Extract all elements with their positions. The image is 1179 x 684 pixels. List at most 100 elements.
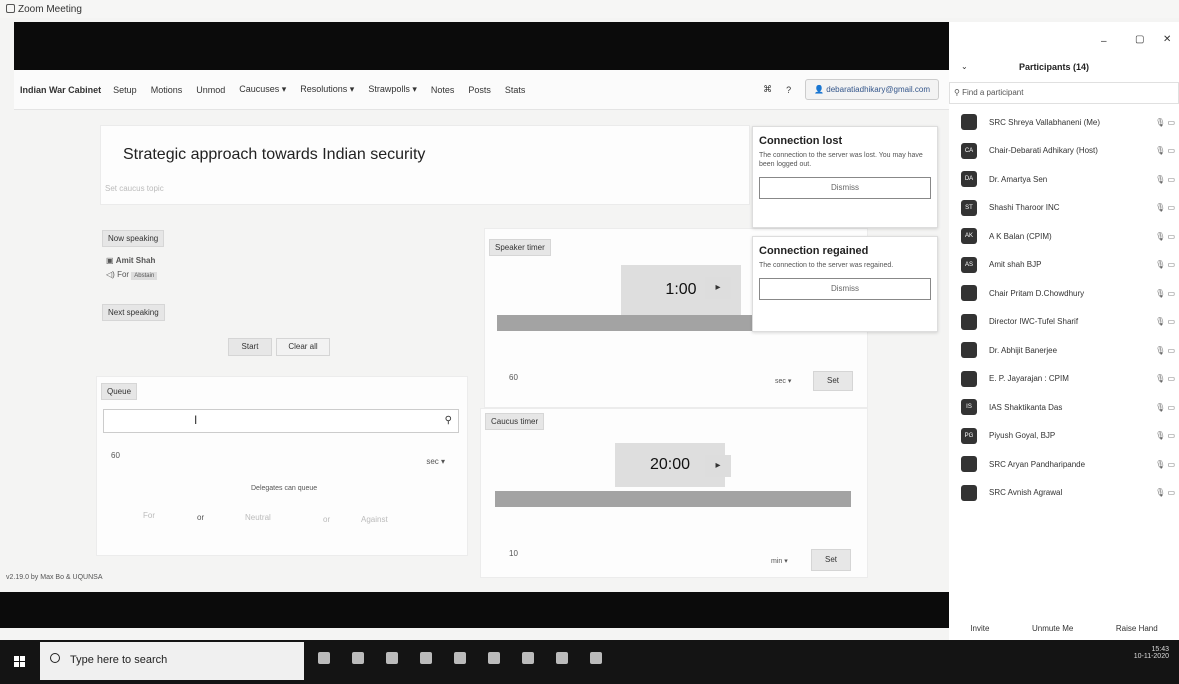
queue-neutral-button[interactable]: Neutral <box>245 513 271 522</box>
file-explorer-icon[interactable] <box>420 652 432 664</box>
nav-motions[interactable]: Motions <box>151 85 183 95</box>
speaker-timer-play-button[interactable]: ▸ <box>705 277 731 299</box>
queue-panel: Queue I ⚲ 60 sec ▾ Delegates can queue F… <box>96 376 468 556</box>
nav-setup[interactable]: Setup <box>113 85 137 95</box>
avatar <box>961 285 977 302</box>
clock-time[interactable]: 15:43 <box>1134 646 1169 653</box>
task-view-icon[interactable] <box>352 652 364 664</box>
queue-time-value[interactable]: 60 <box>111 451 120 460</box>
participant-name: Piyush Goyal, BJP <box>989 431 1056 441</box>
mic-video-icons[interactable]: 🎙 ▭ <box>1139 203 1179 212</box>
caucus-timer-play-button[interactable]: ▸ <box>705 455 731 477</box>
mic-video-icons[interactable]: 🎙 ▭ <box>1139 488 1179 497</box>
queue-unit-select[interactable]: sec ▾ <box>426 457 445 466</box>
nav-resolutions[interactable]: Resolutions ▾ <box>300 84 354 95</box>
connection-lost-popup: Connection lost The connection to the se… <box>752 126 938 228</box>
speaker-timer-unit-select[interactable]: sec ▾ <box>775 377 791 385</box>
mic-video-icons[interactable]: 🎙 ▭ <box>1139 289 1179 298</box>
nav-unmod[interactable]: Unmod <box>196 85 225 95</box>
collapse-chevron-icon[interactable]: ⌄ <box>961 62 968 71</box>
search-icon[interactable]: ⚲ <box>445 415 452 426</box>
mic-video-icons[interactable]: 🎙 ▭ <box>1139 232 1179 241</box>
app-navbar: Indian War Cabinet Setup Motions Unmod C… <box>14 70 949 110</box>
participant-name: E. P. Jayarajan : CPIM <box>989 374 1069 384</box>
zoom-taskbar-icon[interactable] <box>590 652 602 664</box>
unmute-me-button[interactable]: Unmute Me <box>1032 624 1073 633</box>
stance-badge[interactable]: Abstain <box>131 272 158 280</box>
mic-video-icons[interactable]: 🎙 ▭ <box>1139 374 1179 383</box>
participant-row[interactable]: SRC Aryan Pandharipande 🎙 ▭ <box>949 450 1179 479</box>
clear-all-button[interactable]: Clear all <box>276 338 330 356</box>
nav-caucuses[interactable]: Caucuses ▾ <box>239 84 286 95</box>
participant-row[interactable]: AK A K Balan (CPIM) 🎙 ▭ <box>949 222 1179 251</box>
nav-strawpolls[interactable]: Strawpolls ▾ <box>368 84 417 95</box>
speaker-timer-progress <box>497 315 757 331</box>
app-icon[interactable] <box>522 652 534 664</box>
participant-row[interactable]: ST Shashi Tharoor INC 🎙 ▭ <box>949 194 1179 223</box>
invite-button[interactable]: Invite <box>970 624 989 633</box>
mic-video-icons[interactable]: 🎙 ▭ <box>1139 346 1179 355</box>
participant-row[interactable]: AS Amit shah BJP 🎙 ▭ <box>949 251 1179 280</box>
participant-row[interactable]: PG Piyush Goyal, BJP 🎙 ▭ <box>949 422 1179 451</box>
participant-row[interactable]: Director IWC-Tufel Sharif 🎙 ▭ <box>949 308 1179 337</box>
nav-stats[interactable]: Stats <box>505 85 526 95</box>
start-button[interactable]: Start <box>228 338 272 356</box>
dismiss-button[interactable]: Dismiss <box>759 278 931 301</box>
queue-against-button[interactable]: Against <box>361 515 388 524</box>
avatar: AK <box>961 228 977 245</box>
cortana-icon[interactable] <box>318 652 330 664</box>
committee-name[interactable]: Indian War Cabinet <box>20 85 101 95</box>
caucus-timer-value[interactable]: 10 <box>509 549 518 558</box>
mic-video-icons[interactable]: 🎙 ▭ <box>1139 317 1179 326</box>
raise-hand-button[interactable]: Raise Hand <box>1116 624 1158 633</box>
speaker-timer-value[interactable]: 60 <box>509 373 518 382</box>
taskbar-app-icons <box>318 652 602 664</box>
caucus-topic-title[interactable]: Strategic approach towards Indian securi… <box>123 146 425 164</box>
app-icon[interactable] <box>454 652 466 664</box>
avatar: PG <box>961 427 977 444</box>
search-placeholder: Find a participant <box>962 88 1024 97</box>
delegates-can-queue-toggle[interactable]: Delegates can queue <box>251 485 317 492</box>
participant-row[interactable]: Chair Pritam D.Chowdhury 🎙 ▭ <box>949 279 1179 308</box>
mic-video-icons[interactable]: 🎙 ▭ <box>1139 431 1179 440</box>
minimize-icon[interactable]: – <box>1101 36 1107 47</box>
mic-video-icons[interactable]: 🎙 ▭ <box>1139 146 1179 155</box>
windows-start-icon[interactable] <box>14 656 26 668</box>
participants-panel: – ▢ ✕ ⌄ Participants (14) ⚲ Find a parti… <box>949 22 1179 640</box>
participant-row[interactable]: E. P. Jayarajan : CPIM 🎙 ▭ <box>949 365 1179 394</box>
nav-notes[interactable]: Notes <box>431 85 455 95</box>
help-icon[interactable]: ? <box>786 85 791 95</box>
close-icon[interactable]: ✕ <box>1163 34 1171 45</box>
nav-posts[interactable]: Posts <box>468 85 491 95</box>
app-icon[interactable] <box>386 652 398 664</box>
avatar <box>961 313 977 330</box>
participant-search-input[interactable]: ⚲ Find a participant <box>949 82 1179 104</box>
queue-for-button[interactable]: For <box>143 511 155 520</box>
share-icon[interactable]: ⌘ <box>763 84 772 95</box>
speaker-timer-set-button[interactable]: Set <box>813 371 853 391</box>
queue-search-input[interactable]: I ⚲ <box>103 409 459 433</box>
participant-row[interactable]: CA Chair-Debarati Adhikary (Host) 🎙 ▭ <box>949 137 1179 166</box>
participant-row[interactable]: IS IAS Shaktikanta Das 🎙 ▭ <box>949 393 1179 422</box>
mic-video-icons[interactable]: 🎙 ▭ <box>1139 118 1179 127</box>
mic-video-icons[interactable]: 🎙 ▭ <box>1139 403 1179 412</box>
taskbar-search-box[interactable]: Type here to search <box>40 642 304 680</box>
caucus-timer-set-button[interactable]: Set <box>811 549 851 571</box>
restore-icon[interactable]: ▢ <box>1135 34 1144 45</box>
caucus-timer-label: Caucus timer <box>485 413 545 430</box>
app-icon[interactable] <box>488 652 500 664</box>
participant-row[interactable]: SRC Shreya Vallabhaneni (Me) 🎙 ▭ <box>949 108 1179 137</box>
now-speaking-name: Amit Shah <box>115 256 156 265</box>
caucus-topic-input[interactable]: Set caucus topic <box>105 184 164 193</box>
participant-row[interactable]: DA Dr. Amartya Sen 🎙 ▭ <box>949 165 1179 194</box>
caucus-timer-unit-select[interactable]: min ▾ <box>771 557 788 565</box>
participant-row[interactable]: SRC Avnish Agrawal 🎙 ▭ <box>949 479 1179 508</box>
mic-video-icons[interactable]: 🎙 ▭ <box>1139 175 1179 184</box>
dismiss-button[interactable]: Dismiss <box>759 177 931 200</box>
participant-row[interactable]: Dr. Abhijit Banerjee 🎙 ▭ <box>949 336 1179 365</box>
mic-video-icons[interactable]: 🎙 ▭ <box>1139 460 1179 469</box>
account-button[interactable]: 👤 debaratiadhikary@gmail.com <box>805 79 939 100</box>
clock-date[interactable]: 10-11-2020 <box>1134 653 1169 660</box>
mic-video-icons[interactable]: 🎙 ▭ <box>1139 260 1179 269</box>
app-icon[interactable] <box>556 652 568 664</box>
